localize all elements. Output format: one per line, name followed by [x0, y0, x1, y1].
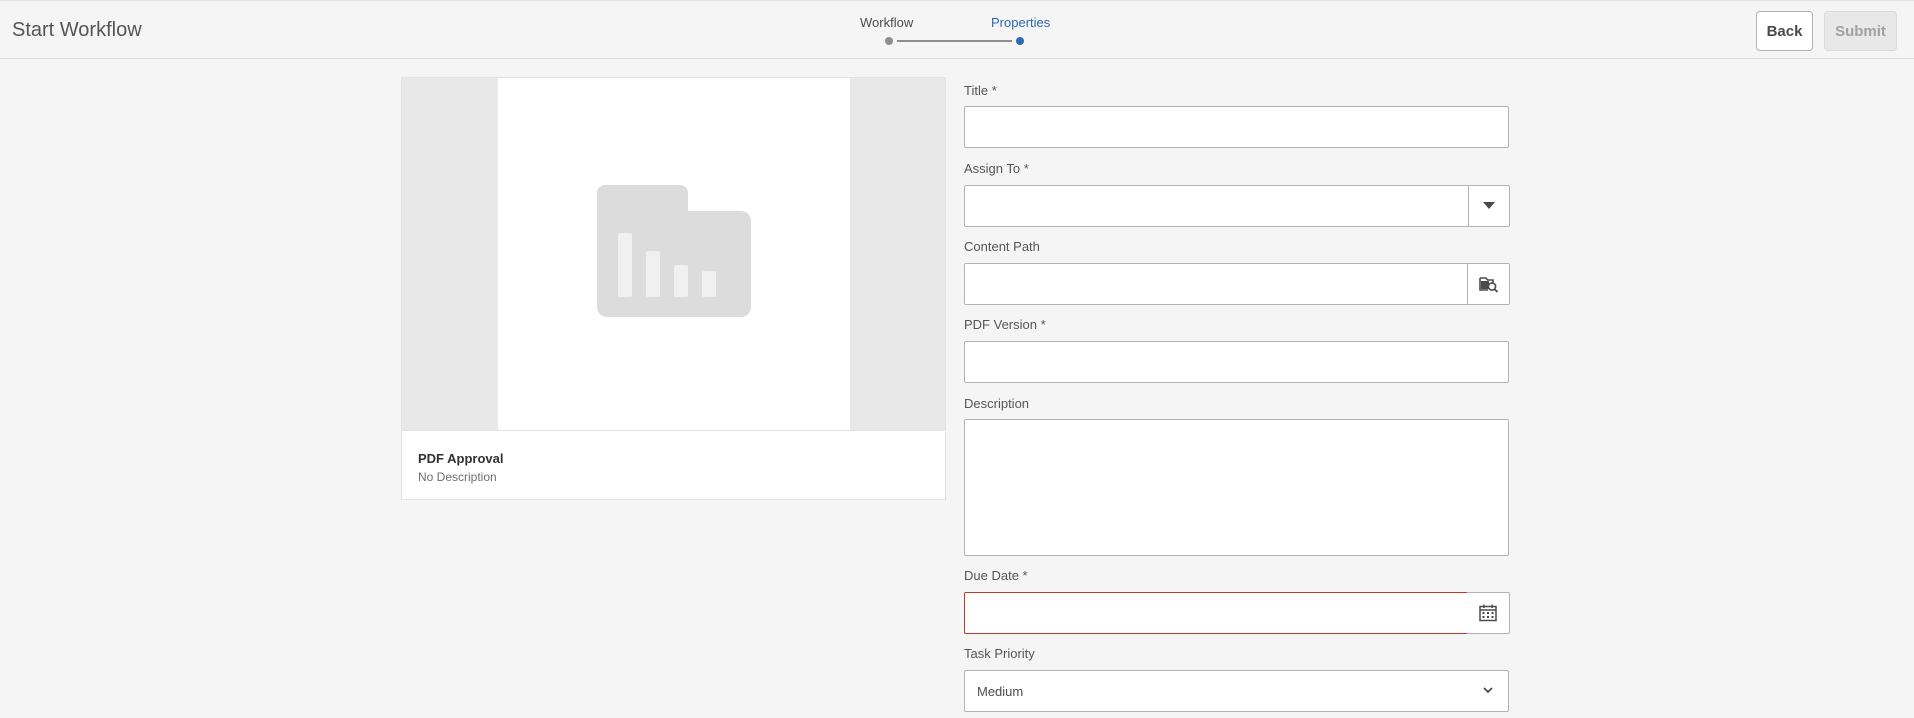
page-title: Start Workflow: [12, 19, 142, 41]
step-properties-label[interactable]: Properties: [991, 15, 1050, 30]
description-label: Description: [964, 396, 1030, 411]
task-priority-value: Medium: [977, 683, 1024, 699]
description-textarea[interactable]: [964, 419, 1509, 556]
pdf-version-label: PDF Version *: [964, 317, 1046, 332]
content-path-label: Content Path: [964, 239, 1040, 254]
folder-search-icon: [1478, 277, 1498, 293]
submit-button[interactable]: Submit: [1824, 11, 1897, 51]
content-path-browse-button[interactable]: [1467, 263, 1510, 305]
step-workflow-dot: [885, 37, 893, 45]
task-priority-select[interactable]: Medium: [964, 670, 1509, 712]
top-bar: Start Workflow Workflow Properties Back …: [0, 0, 1914, 59]
step-properties-dot: [1016, 37, 1024, 45]
title-input[interactable]: [964, 106, 1509, 148]
due-date-label: Due Date *: [964, 568, 1028, 583]
assign-to-label: Assign To *: [964, 161, 1029, 176]
card-title: PDF Approval: [418, 451, 504, 466]
card-thumbnail: [402, 78, 945, 430]
task-priority-label: Task Priority: [964, 646, 1035, 661]
content-path-input[interactable]: [964, 263, 1468, 305]
wizard-steps: Workflow Properties: [860, 13, 1060, 53]
caret-down-icon: [1483, 202, 1495, 209]
step-workflow-label[interactable]: Workflow: [860, 15, 913, 30]
chevron-down-icon: [1483, 687, 1493, 694]
due-date-input[interactable]: [964, 592, 1468, 634]
title-label: Title *: [964, 83, 997, 98]
workflow-model-card: PDF Approval No Description: [401, 77, 946, 500]
step-connector-line: [897, 40, 1012, 42]
card-description: No Description: [418, 470, 497, 484]
calendar-icon: [1479, 604, 1497, 622]
assign-to-input[interactable]: [964, 185, 1469, 227]
due-date-calendar-button[interactable]: [1467, 592, 1510, 634]
assign-to-dropdown-button[interactable]: [1468, 185, 1510, 227]
folder-chart-icon: [597, 185, 751, 317]
pdf-version-input[interactable]: [964, 341, 1509, 383]
back-button[interactable]: Back: [1756, 11, 1813, 51]
